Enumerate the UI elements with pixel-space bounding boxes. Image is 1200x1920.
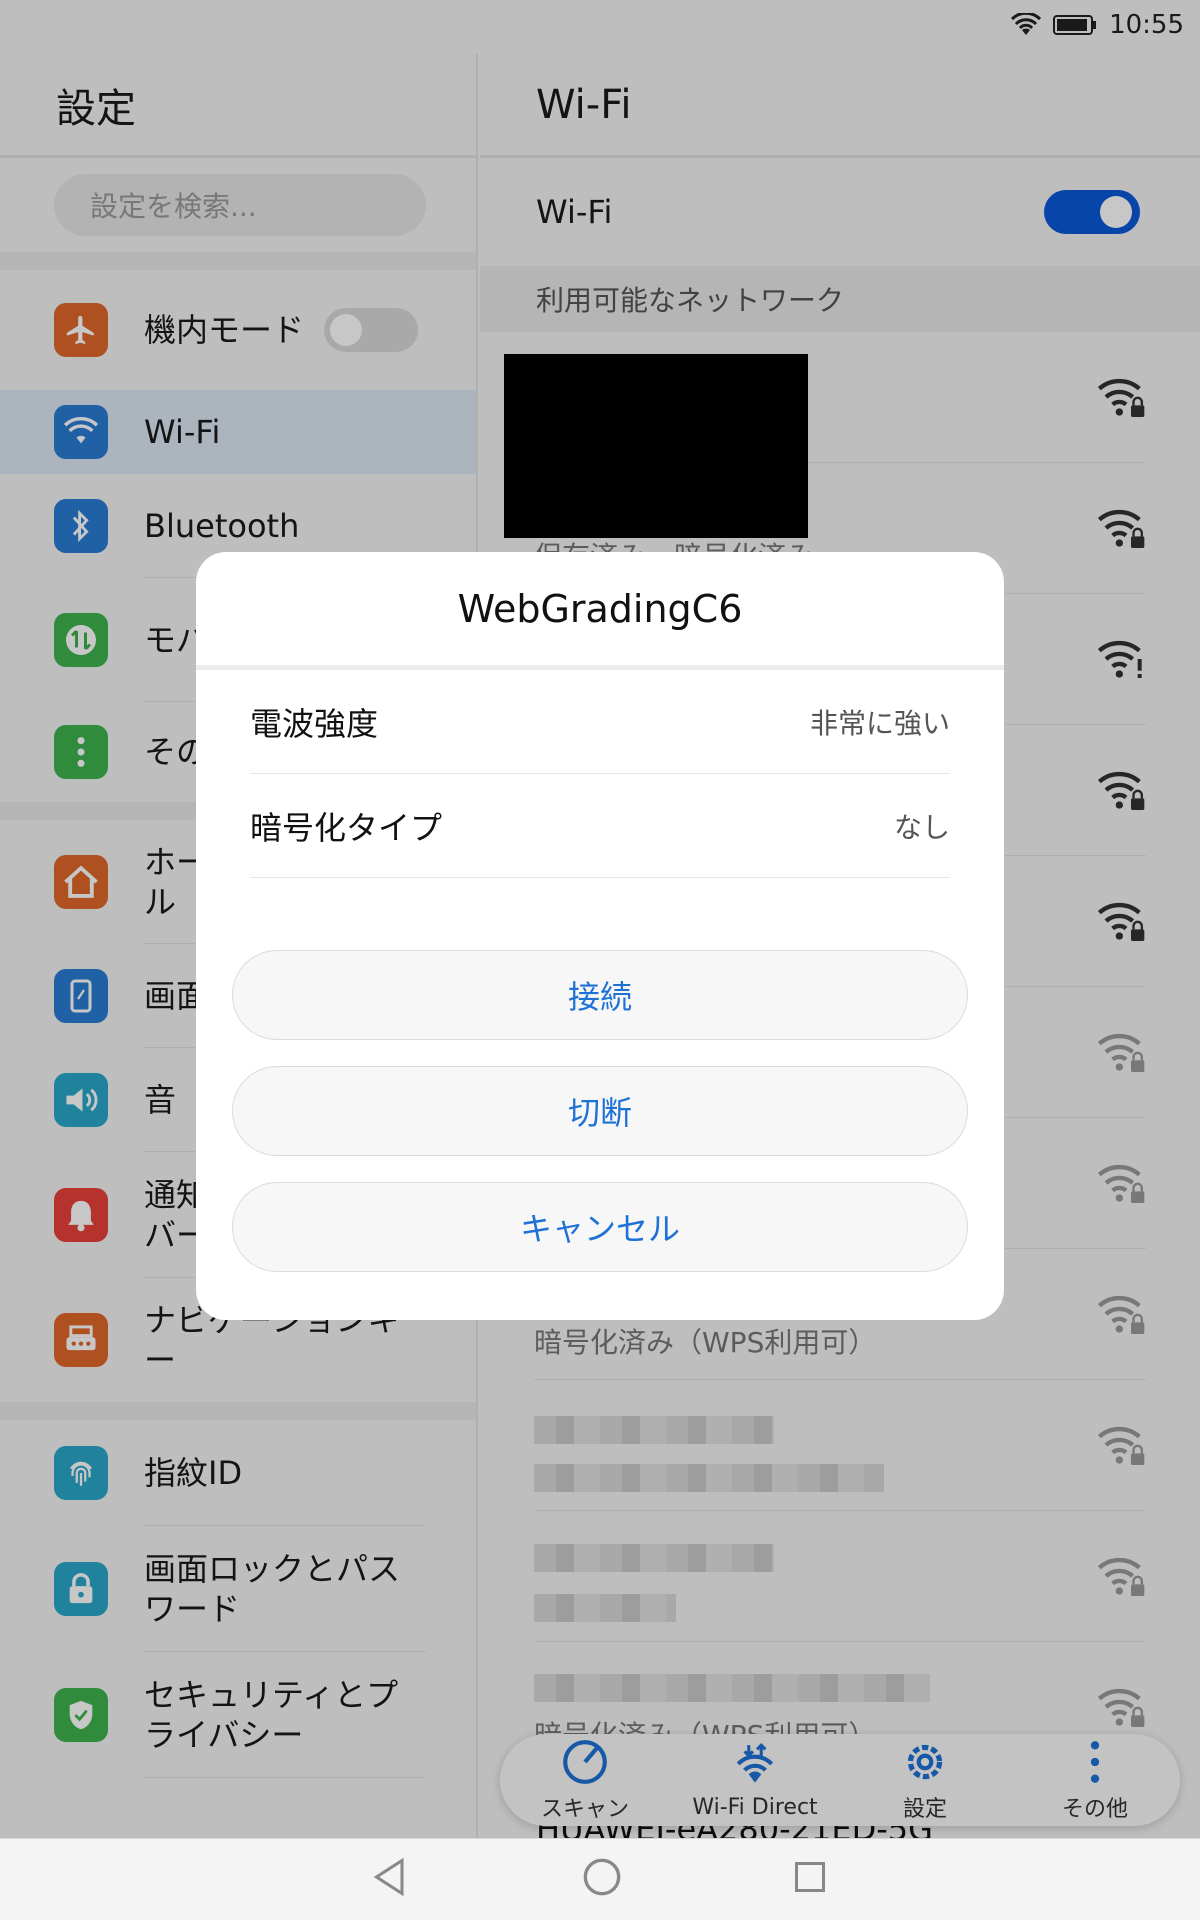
home-nav-icon[interactable]: [582, 1857, 622, 1897]
cancel-button[interactable]: キャンセル: [232, 1182, 968, 1272]
recents-icon[interactable]: [792, 1857, 828, 1897]
signal-strength-value: 非常に強い: [809, 706, 950, 740]
encryption-type-value: なし: [893, 810, 950, 844]
disconnect-button[interactable]: 切断: [232, 1066, 968, 1156]
dialog-title: WebGradingC6: [196, 552, 1004, 670]
signal-strength-label: 電波強度: [250, 704, 379, 743]
back-icon[interactable]: [372, 1857, 408, 1897]
encryption-type-row: 暗号化タイプ なし: [250, 774, 950, 878]
system-nav-bar: [0, 1838, 1200, 1920]
encryption-type-label: 暗号化タイプ: [250, 808, 443, 847]
network-dialog: WebGradingC6 電波強度 非常に強い 暗号化タイプ なし 接続 切断 …: [196, 552, 1004, 1320]
signal-strength-row: 電波強度 非常に強い: [250, 670, 950, 774]
connect-button[interactable]: 接続: [232, 950, 968, 1040]
